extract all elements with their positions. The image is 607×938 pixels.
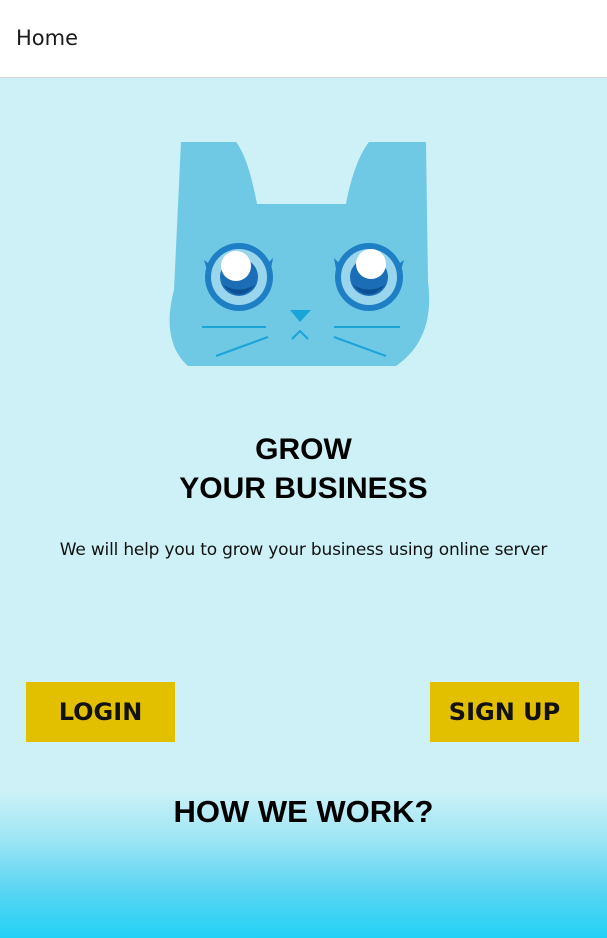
hero-headline: GROW YOUR BUSINESS [0,430,607,508]
top-bar: Home [0,0,607,78]
cat-face-icon [168,142,440,366]
how-we-work-heading: HOW WE WORK? [173,794,434,829]
login-button[interactable]: LOGIN [26,682,175,742]
headline-line-2: YOUR BUSINESS [179,472,428,505]
headline-line-1: GROW [255,433,352,466]
signup-button[interactable]: SIGN UP [430,682,579,742]
hero-subtext: We will help you to grow your business u… [59,540,548,560]
home-link[interactable]: Home [16,26,78,50]
